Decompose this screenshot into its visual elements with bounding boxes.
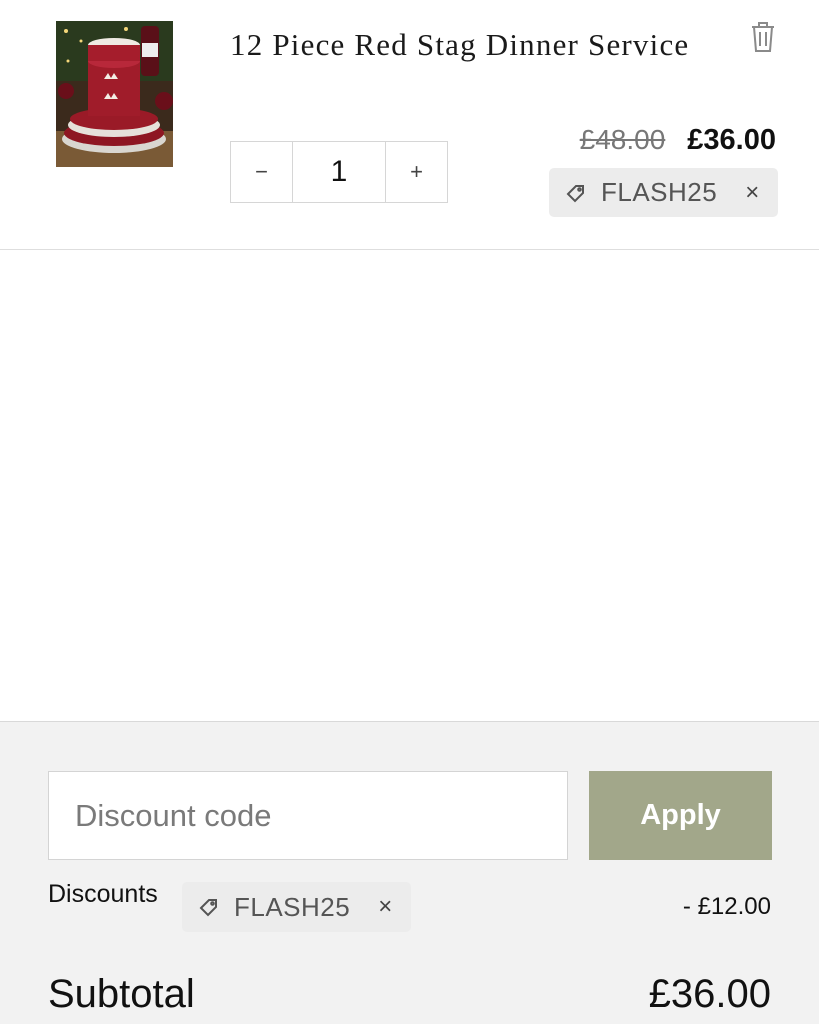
cart-line-item: 12 Piece Red Stag Dinner Service − 1 + £… [0,0,819,250]
product-title[interactable]: 12 Piece Red Stag Dinner Service [230,24,690,65]
apply-button[interactable]: Apply [589,771,772,860]
sale-price: £36.00 [687,124,776,156]
remove-discount-button[interactable]: × [378,893,393,921]
decrement-button[interactable]: − [231,142,292,202]
quantity-stepper: − 1 + [230,141,448,203]
applied-discount-code: FLASH25 [234,891,351,922]
subtotal-value: £36.00 [648,972,771,1016]
discount-amount: - £12.00 [682,893,771,920]
discounts-label: Discounts [48,880,158,908]
item-discount-code: FLASH25 [601,177,718,207]
price-block: £48.00 £36.00 [580,124,776,157]
trash-icon[interactable] [748,20,778,54]
item-discount-chip: FLASH25 × [549,168,778,217]
product-thumbnail[interactable] [56,21,173,167]
discount-code-input[interactable] [48,771,568,860]
tag-icon [199,899,217,917]
increment-button[interactable]: + [386,142,447,202]
remove-item-discount-button[interactable]: × [745,179,760,207]
applied-discount-chip: FLASH25 × [182,882,411,932]
original-price: £48.00 [579,124,666,155]
quantity-value[interactable]: 1 [292,142,386,202]
tag-icon [566,184,584,202]
subtotal-label: Subtotal [48,972,195,1016]
